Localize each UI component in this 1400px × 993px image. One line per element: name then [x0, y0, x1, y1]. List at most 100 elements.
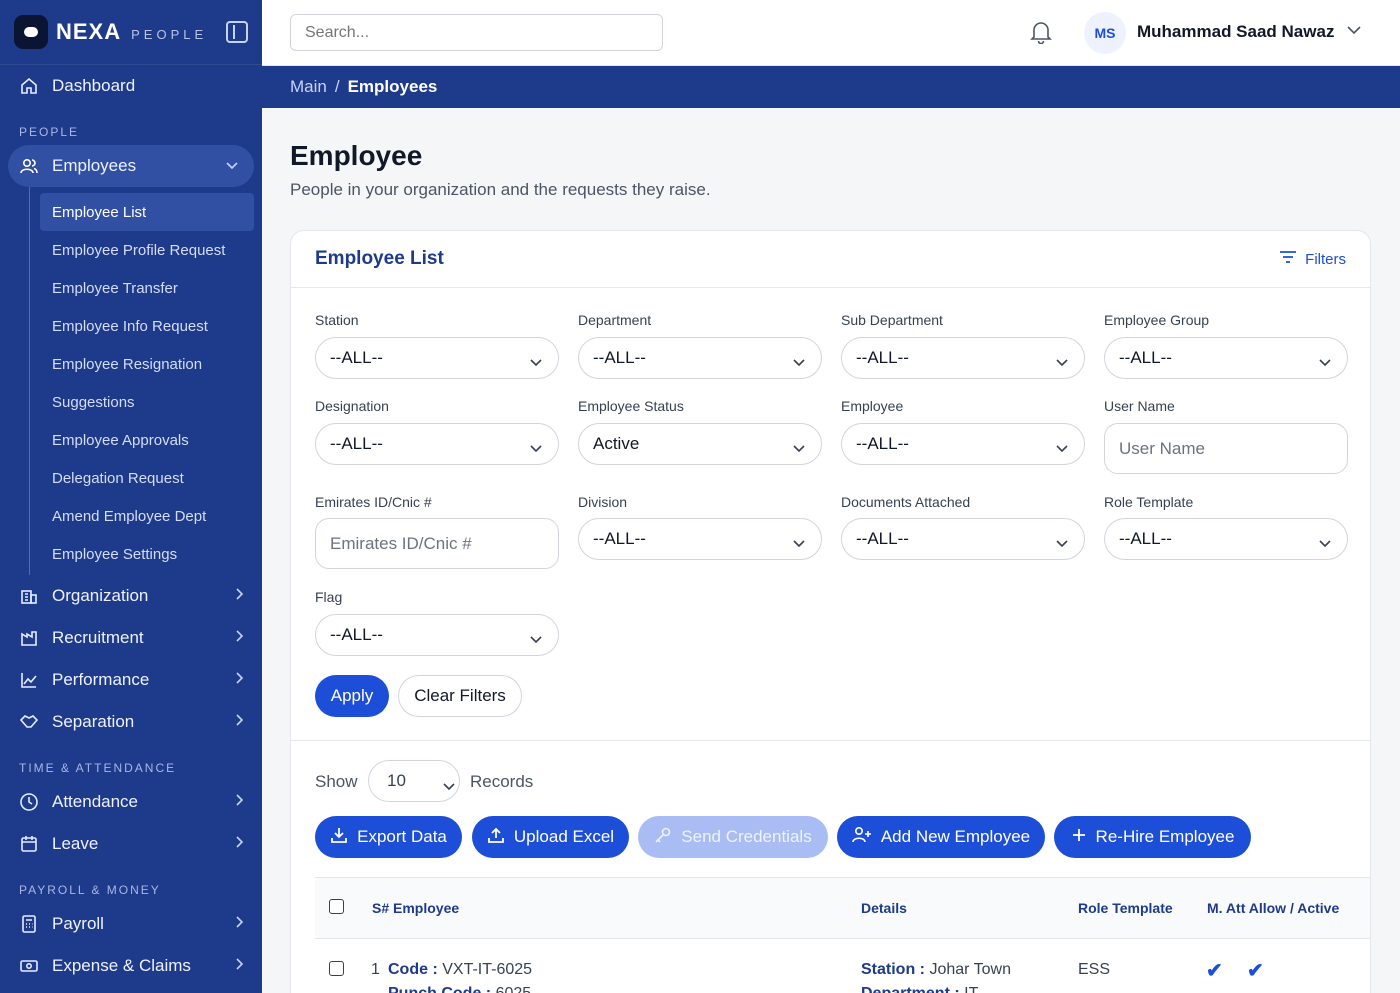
- sidebar-item-label: Leave: [52, 834, 99, 853]
- sidebar-item-dashboard[interactable]: Dashboard: [0, 65, 262, 107]
- bell-icon[interactable]: [1030, 20, 1052, 49]
- sub-department-select[interactable]: --ALL--: [841, 337, 1085, 379]
- employee-status-select[interactable]: Active: [578, 423, 822, 465]
- sidebar-item-payroll[interactable]: Payroll: [0, 903, 262, 945]
- filter-icon: [1279, 250, 1297, 268]
- station-detail-value: Johar Town: [929, 961, 1011, 978]
- export-data-button[interactable]: Export Data: [315, 816, 462, 858]
- sidebar-subitem-delegation[interactable]: Delegation Request: [0, 459, 262, 497]
- designation-select[interactable]: --ALL--: [315, 423, 559, 465]
- add-new-employee-button[interactable]: Add New Employee: [837, 816, 1045, 858]
- division-select[interactable]: --ALL--: [578, 518, 822, 560]
- avatar[interactable]: MS: [1084, 12, 1126, 54]
- card-header: Employee List Filters: [291, 231, 1370, 288]
- department-select[interactable]: --ALL--: [578, 337, 822, 379]
- employee-select[interactable]: --ALL--: [841, 423, 1085, 465]
- collapse-sidebar-icon[interactable]: [226, 21, 248, 43]
- clear-filters-button[interactable]: Clear Filters: [398, 675, 522, 717]
- department-detail-value: IT: [964, 985, 978, 993]
- section-label-people: PEOPLE: [19, 125, 80, 139]
- employee-group-select[interactable]: --ALL--: [1104, 337, 1348, 379]
- sidebar-subitem-profile-request[interactable]: Employee Profile Request: [0, 231, 262, 269]
- column-header-role-template[interactable]: Role Template: [1078, 900, 1173, 916]
- topbar: MS Muhammad Saad Nawaz: [262, 0, 1400, 66]
- filters-label: Filters: [1305, 250, 1346, 268]
- upload-icon: [487, 826, 505, 849]
- chevron-down-icon: [226, 157, 238, 173]
- select-value: Active: [593, 434, 640, 453]
- select-value: --ALL--: [330, 348, 383, 367]
- select-value: --ALL--: [593, 529, 646, 548]
- upload-excel-button[interactable]: Upload Excel: [472, 816, 629, 858]
- active-check-icon[interactable]: ✔: [1247, 958, 1264, 983]
- chevron-down-icon[interactable]: [1347, 22, 1361, 40]
- department-label: Department: [578, 312, 652, 328]
- sidebar-subitem-suggestions[interactable]: Suggestions: [0, 383, 262, 421]
- breadcrumb: Main / Employees: [262, 66, 1400, 108]
- sidebar-item-leave[interactable]: Leave: [0, 823, 262, 865]
- sidebar-item-employees[interactable]: Employees: [8, 145, 254, 187]
- select-value: 10: [387, 771, 406, 790]
- code-value: VXT-IT-6025: [442, 961, 533, 978]
- column-header-employee[interactable]: S# Employee: [372, 900, 459, 916]
- user-plus-icon: [852, 826, 872, 849]
- handshake-icon: [18, 711, 40, 733]
- breadcrumb-root[interactable]: Main: [290, 77, 327, 97]
- search-input[interactable]: [290, 14, 663, 51]
- sidebar-item-separation[interactable]: Separation: [0, 701, 262, 743]
- column-header-details[interactable]: Details: [861, 900, 907, 916]
- emirates-id-input[interactable]: Emirates ID/Cnic #: [315, 518, 559, 569]
- chevron-down-icon: [1319, 352, 1331, 372]
- sidebar-subitem-amend-dept[interactable]: Amend Employee Dept: [0, 497, 262, 535]
- chevron-down-icon: [530, 438, 542, 458]
- sidebar-subitem-resignation[interactable]: Employee Resignation: [0, 345, 262, 383]
- send-credentials-button[interactable]: Send Credentials: [638, 816, 828, 858]
- sidebar-subitem-approvals[interactable]: Employee Approvals: [0, 421, 262, 459]
- building-icon: [18, 585, 40, 607]
- employee-code: Code : VXT-IT-6025: [388, 961, 532, 979]
- sidebar-item-organization[interactable]: Organization: [0, 575, 262, 617]
- chevron-right-icon: [236, 629, 244, 645]
- page-size-select[interactable]: 10: [368, 760, 460, 802]
- chevron-down-icon: [793, 352, 805, 372]
- sidebar-subitem-employee-list[interactable]: Employee List: [40, 193, 254, 231]
- station-select[interactable]: --ALL--: [315, 337, 559, 379]
- flag-select[interactable]: --ALL--: [315, 614, 559, 656]
- documents-attached-label: Documents Attached: [841, 494, 971, 510]
- sidebar-item-expense[interactable]: Expense & Claims: [0, 945, 262, 987]
- download-icon: [330, 826, 348, 849]
- row-checkbox[interactable]: [329, 961, 344, 976]
- sidebar-subitem-transfer[interactable]: Employee Transfer: [0, 269, 262, 307]
- sidebar-item-recruitment[interactable]: Recruitment: [0, 617, 262, 659]
- sidebar-subitem-settings[interactable]: Employee Settings: [0, 535, 262, 573]
- select-value: --ALL--: [593, 348, 646, 367]
- user-name[interactable]: Muhammad Saad Nawaz: [1137, 22, 1334, 42]
- sidebar-item-performance[interactable]: Performance: [0, 659, 262, 701]
- select-value: --ALL--: [856, 434, 909, 453]
- att-allow-check-icon[interactable]: ✔: [1206, 958, 1223, 983]
- employee-group-label: Employee Group: [1104, 312, 1210, 328]
- select-all-checkbox[interactable]: [329, 899, 344, 914]
- punch-label: Punch Code :: [388, 985, 491, 993]
- row-serial: 1: [371, 961, 380, 978]
- select-value: --ALL--: [330, 434, 383, 453]
- punch-code: Punch Code : 6025: [388, 985, 531, 993]
- apply-button[interactable]: Apply: [315, 675, 389, 717]
- station-detail: Station : Johar Town: [861, 961, 1011, 979]
- home-icon: [18, 75, 40, 97]
- cash-icon: [18, 955, 40, 977]
- chevron-down-icon: [530, 629, 542, 649]
- sidebar-item-attendance[interactable]: Attendance: [0, 781, 262, 823]
- sidebar-subitem-info-request[interactable]: Employee Info Request: [0, 307, 262, 345]
- department-detail: Department : IT: [861, 985, 978, 993]
- breadcrumb-separator: /: [334, 77, 340, 96]
- user-name-input[interactable]: User Name: [1104, 423, 1348, 474]
- documents-attached-select[interactable]: --ALL--: [841, 518, 1085, 560]
- role-template-select[interactable]: --ALL--: [1104, 518, 1348, 560]
- page-subtitle: People in your organization and the requ…: [290, 180, 711, 199]
- column-header-att-active[interactable]: M. Att Allow / Active: [1207, 900, 1339, 916]
- filters-toggle[interactable]: Filters: [1279, 250, 1346, 268]
- re-hire-employee-button[interactable]: Re-Hire Employee: [1054, 816, 1251, 858]
- sidebar-item-label: Expense & Claims: [52, 956, 191, 975]
- clock-icon: [18, 791, 40, 813]
